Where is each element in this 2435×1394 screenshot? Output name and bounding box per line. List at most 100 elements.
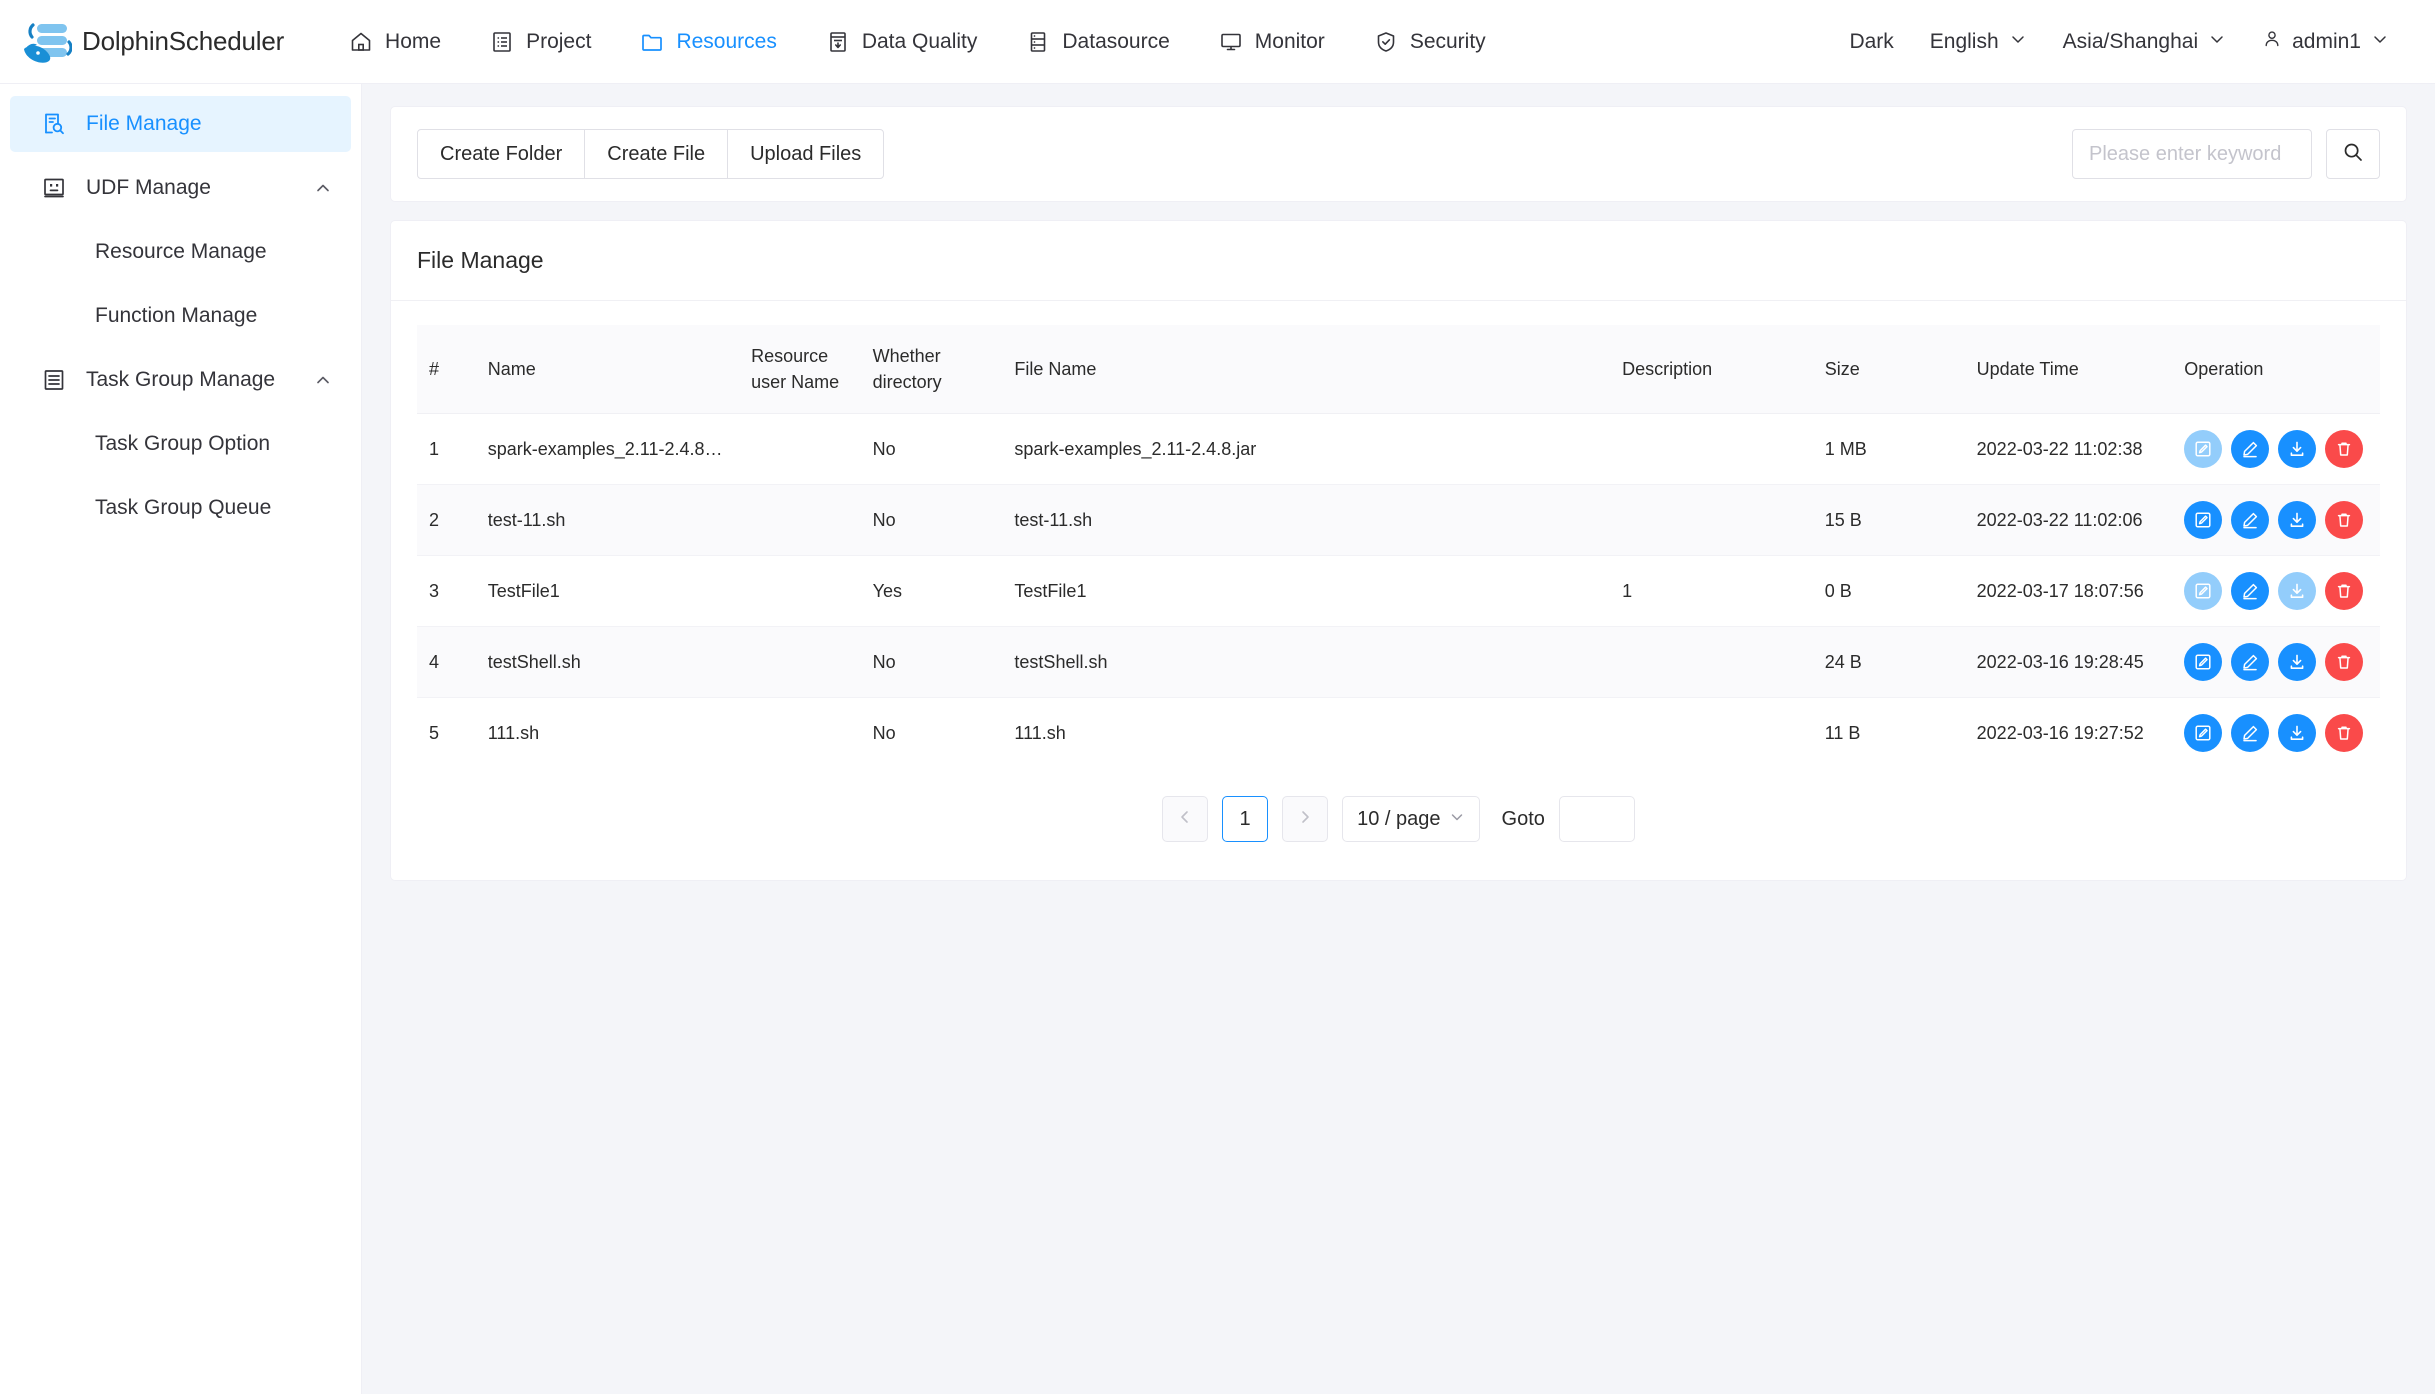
timezone-selector[interactable]: Asia/Shanghai xyxy=(2045,0,2244,84)
cell-name[interactable]: 111.sh xyxy=(476,698,739,769)
nav-label: Resources xyxy=(676,30,776,54)
col-header-directory: Whether directory xyxy=(861,325,1003,414)
sidebar-item-function-manage[interactable]: Function Manage xyxy=(10,288,351,344)
sidebar-group-udf-manage[interactable]: UDF Manage xyxy=(10,160,351,216)
cell-operation xyxy=(2172,627,2380,698)
rename-button[interactable] xyxy=(2231,501,2269,539)
nav-item-home[interactable]: Home xyxy=(324,0,465,84)
cell-name[interactable]: TestFile1 xyxy=(476,556,739,627)
project-icon xyxy=(489,29,515,55)
cell-file-name: 111.sh xyxy=(1002,698,1610,769)
sidebar-item-label: UDF Manage xyxy=(86,176,211,200)
goto-page-input[interactable] xyxy=(1559,796,1635,842)
sidebar-item-label: Function Manage xyxy=(95,304,257,328)
cell-user xyxy=(739,414,861,485)
sidebar-item-task-group-queue[interactable]: Task Group Queue xyxy=(10,480,351,536)
cell-update-time: 2022-03-16 19:28:45 xyxy=(1965,627,2173,698)
home-icon xyxy=(348,29,374,55)
download-button[interactable] xyxy=(2278,430,2316,468)
chevron-up-icon xyxy=(313,370,333,390)
delete-button[interactable] xyxy=(2325,572,2363,610)
cell-name[interactable]: testShell.sh xyxy=(476,627,739,698)
shield-check-icon xyxy=(1373,29,1399,55)
sidebar-item-resource-manage[interactable]: Resource Manage xyxy=(10,224,351,280)
delete-button[interactable] xyxy=(2325,714,2363,752)
col-header-index: # xyxy=(417,325,476,414)
nav-item-resources[interactable]: Resources xyxy=(615,0,800,84)
edit-file-button xyxy=(2184,572,2222,610)
chevron-left-icon xyxy=(1177,808,1193,831)
download-button[interactable] xyxy=(2278,714,2316,752)
nav-label: Security xyxy=(1410,30,1486,54)
row-operations xyxy=(2184,643,2368,681)
nav-item-data-quality[interactable]: Data Quality xyxy=(801,0,1002,84)
topnav-right-cluster: Dark English Asia/Shanghai admin1 xyxy=(1831,0,2407,84)
nav-label: Datasource xyxy=(1062,30,1169,54)
page-size-select[interactable]: 10 / page xyxy=(1342,796,1479,842)
theme-toggle[interactable]: Dark xyxy=(1831,0,1911,84)
data-quality-icon xyxy=(825,29,851,55)
cell-user xyxy=(739,698,861,769)
rename-button[interactable] xyxy=(2231,714,2269,752)
page-1-button[interactable]: 1 xyxy=(1222,796,1268,842)
next-page-button[interactable] xyxy=(1282,796,1328,842)
top-navigation-bar: DolphinScheduler Home xyxy=(0,0,2435,84)
sidebar-item-label: Resource Manage xyxy=(95,240,267,264)
nav-label: Project xyxy=(526,30,591,54)
toolbar-button-group: Create Folder Create File Upload Files xyxy=(417,129,884,179)
table-header-row: # Name Resource user Name Whether direct… xyxy=(417,325,2380,414)
search-button[interactable] xyxy=(2326,129,2380,179)
cell-size: 11 B xyxy=(1813,698,1965,769)
table-head: # Name Resource user Name Whether direct… xyxy=(417,325,2380,414)
search-input[interactable] xyxy=(2072,129,2312,179)
cell-update-time: 2022-03-17 18:07:56 xyxy=(1965,556,2173,627)
page-size-label: 10 / page xyxy=(1357,808,1440,831)
edit-file-button[interactable] xyxy=(2184,643,2222,681)
monitor-icon xyxy=(1218,29,1244,55)
delete-button[interactable] xyxy=(2325,501,2363,539)
search-area xyxy=(2072,129,2380,179)
nav-item-monitor[interactable]: Monitor xyxy=(1194,0,1349,84)
brand[interactable]: DolphinScheduler xyxy=(16,20,284,64)
cell-directory: No xyxy=(861,627,1003,698)
edit-file-button[interactable] xyxy=(2184,501,2222,539)
create-file-button[interactable]: Create File xyxy=(584,129,728,179)
download-button[interactable] xyxy=(2278,643,2316,681)
edit-file-button xyxy=(2184,430,2222,468)
download-button xyxy=(2278,572,2316,610)
sidebar: File Manage UDF Manage Resource Manage xyxy=(0,84,362,1394)
prev-page-button[interactable] xyxy=(1162,796,1208,842)
file-table: # Name Resource user Name Whether direct… xyxy=(417,325,2380,768)
edit-file-button[interactable] xyxy=(2184,714,2222,752)
sidebar-item-file-manage[interactable]: File Manage xyxy=(10,96,351,152)
nav-item-datasource[interactable]: Datasource xyxy=(1001,0,1193,84)
cell-update-time: 2022-03-16 19:27:52 xyxy=(1965,698,2173,769)
chevron-down-icon xyxy=(1449,808,1465,831)
chevron-up-icon xyxy=(313,178,333,198)
col-header-description: Description xyxy=(1610,325,1813,414)
rename-button[interactable] xyxy=(2231,572,2269,610)
cell-name[interactable]: test-11.sh xyxy=(476,485,739,556)
user-menu[interactable]: admin1 xyxy=(2244,0,2407,84)
timezone-label: Asia/Shanghai xyxy=(2063,30,2198,54)
delete-button[interactable] xyxy=(2325,643,2363,681)
language-selector[interactable]: English xyxy=(1912,0,2045,84)
rename-button[interactable] xyxy=(2231,643,2269,681)
main-content: Create Folder Create File Upload Files xyxy=(362,84,2435,1394)
nav-item-project[interactable]: Project xyxy=(465,0,615,84)
chevron-down-icon xyxy=(2009,30,2027,54)
create-folder-button[interactable]: Create Folder xyxy=(417,129,585,179)
rename-button[interactable] xyxy=(2231,430,2269,468)
main-nav: Home Project R xyxy=(324,0,1510,84)
delete-button[interactable] xyxy=(2325,430,2363,468)
cell-name[interactable]: spark-examples_2.11-2.4.8.jar xyxy=(476,414,739,485)
download-button[interactable] xyxy=(2278,501,2316,539)
cell-directory: Yes xyxy=(861,556,1003,627)
cell-size: 1 MB xyxy=(1813,414,1965,485)
nav-item-security[interactable]: Security xyxy=(1349,0,1510,84)
file-search-icon xyxy=(40,110,68,138)
sidebar-item-task-group-option[interactable]: Task Group Option xyxy=(10,416,351,472)
table-row: 1 spark-examples_2.11-2.4.8.jar No spark… xyxy=(417,414,2380,485)
upload-files-button[interactable]: Upload Files xyxy=(727,129,884,179)
sidebar-group-task-group-manage[interactable]: Task Group Manage xyxy=(10,352,351,408)
